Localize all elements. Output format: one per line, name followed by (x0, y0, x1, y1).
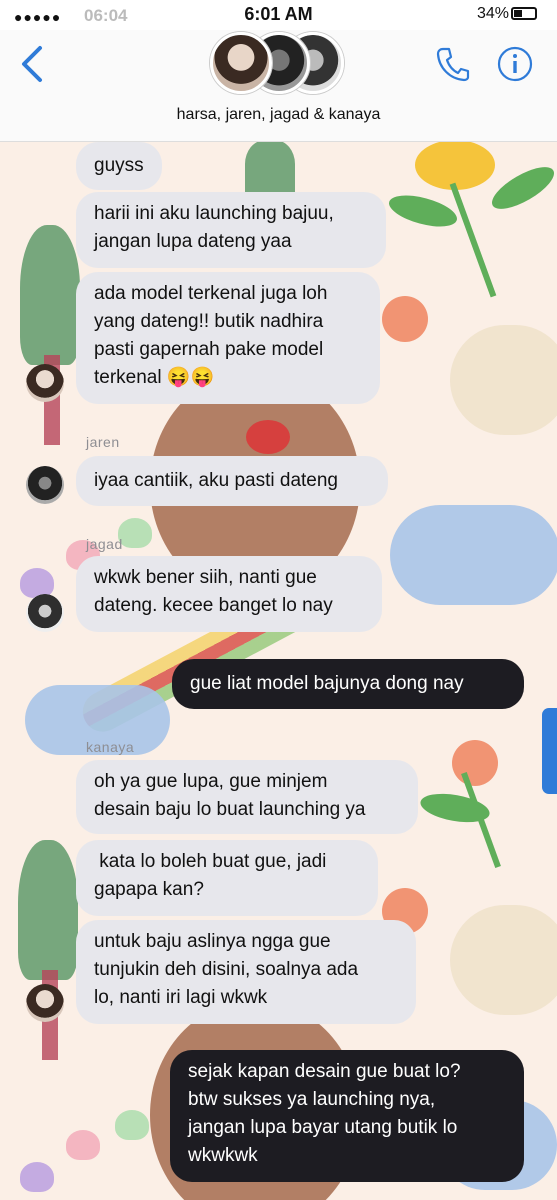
wallpaper-stem-top (449, 182, 497, 298)
message-text: guyss (94, 155, 144, 176)
group-name[interactable]: harsa, jaren, jagad & kanaya (0, 106, 557, 124)
message-text: harii ini aku launching bajuu, jangan lu… (94, 203, 334, 252)
message-bubble-outgoing[interactable]: sejak kapan desain gue buat lo? btw suks… (170, 1050, 524, 1182)
wallpaper-heart-green-top (118, 518, 152, 548)
message-bubble[interactable]: wkwk bener siih, nanti gue dateng. kecee… (76, 556, 382, 632)
sender-label-jaren: jaren (86, 434, 120, 450)
avatar-kanaya (210, 32, 272, 94)
wallpaper-cloud-right (390, 505, 557, 605)
phone-icon[interactable] (436, 46, 470, 82)
message-text: iyaa cantiik, aku pasti dateng (94, 470, 338, 491)
message-bubble-outgoing[interactable]: gue liat model bajunya dong nay (172, 659, 524, 709)
sender-avatar-kanaya[interactable] (26, 984, 64, 1022)
status-bar: ●●●●● 06:04 6:01 AM 34% (0, 0, 557, 30)
message-bubble[interactable]: oh ya gue lupa, gue minjem desain baju l… (76, 760, 418, 834)
chat-header: harsa, jaren, jagad & kanaya (0, 30, 557, 142)
message-bubble[interactable]: guyss (76, 142, 162, 190)
scroll-indicator[interactable] (542, 708, 557, 794)
wallpaper-small-tree (245, 140, 295, 200)
battery-indicator: 34% (477, 5, 537, 23)
wallpaper-heart-purple-bottom (20, 1162, 54, 1192)
sender-label-jagad: jagad (86, 536, 123, 552)
wallpaper-tree-top (20, 225, 80, 455)
wallpaper-leaf-top (385, 189, 461, 233)
wallpaper-cream-bottom (450, 905, 557, 1015)
battery-percent: 34% (476, 5, 509, 22)
battery-icon (511, 7, 537, 21)
message-text: ada model terkenal juga loh yang dateng!… (94, 283, 328, 388)
wallpaper-tree-bottom (18, 840, 78, 1070)
wallpaper-heart-pink-bottom (66, 1130, 100, 1160)
message-text: sejak kapan desain gue buat lo? btw suks… (188, 1061, 461, 1166)
message-text: untuk baju aslinya ngga gue tunjukin deh… (94, 931, 359, 1008)
sender-avatar-jagad[interactable] (26, 594, 64, 632)
info-icon[interactable] (497, 46, 533, 82)
wallpaper-flower-top (382, 296, 428, 342)
message-text: kata lo boleh buat gue, jadi gapapa kan? (94, 851, 327, 900)
message-text: gue liat model bajunya dong nay (190, 673, 464, 694)
sender-avatar-kanaya[interactable] (26, 364, 64, 402)
message-bubble[interactable]: untuk baju aslinya ngga gue tunjukin deh… (76, 920, 416, 1024)
message-text: wkwk bener siih, nanti gue dateng. kecee… (94, 567, 333, 616)
wallpaper-cream-top (450, 325, 557, 435)
wallpaper-flower-mid (452, 740, 498, 786)
status-time: 6:01 AM (244, 4, 313, 24)
message-bubble[interactable]: harii ini aku launching bajuu, jangan lu… (76, 192, 386, 268)
message-bubble[interactable]: ada model terkenal juga loh yang dateng!… (76, 272, 380, 404)
message-bubble[interactable]: iyaa cantiik, aku pasti dateng (76, 456, 388, 506)
wallpaper-leaf-top-right (486, 159, 557, 217)
sender-label-kanaya: kanaya (86, 739, 135, 755)
sender-avatar-jaren[interactable] (26, 466, 64, 504)
wallpaper-heart-green-bottom (115, 1110, 149, 1140)
back-chevron-icon[interactable] (18, 44, 48, 84)
group-avatars[interactable] (210, 32, 350, 96)
message-text: oh ya gue lupa, gue minjem desain baju l… (94, 771, 366, 820)
message-bubble[interactable]: kata lo boleh buat gue, jadi gapapa kan? (76, 840, 378, 916)
wallpaper-red-flower (246, 420, 290, 454)
